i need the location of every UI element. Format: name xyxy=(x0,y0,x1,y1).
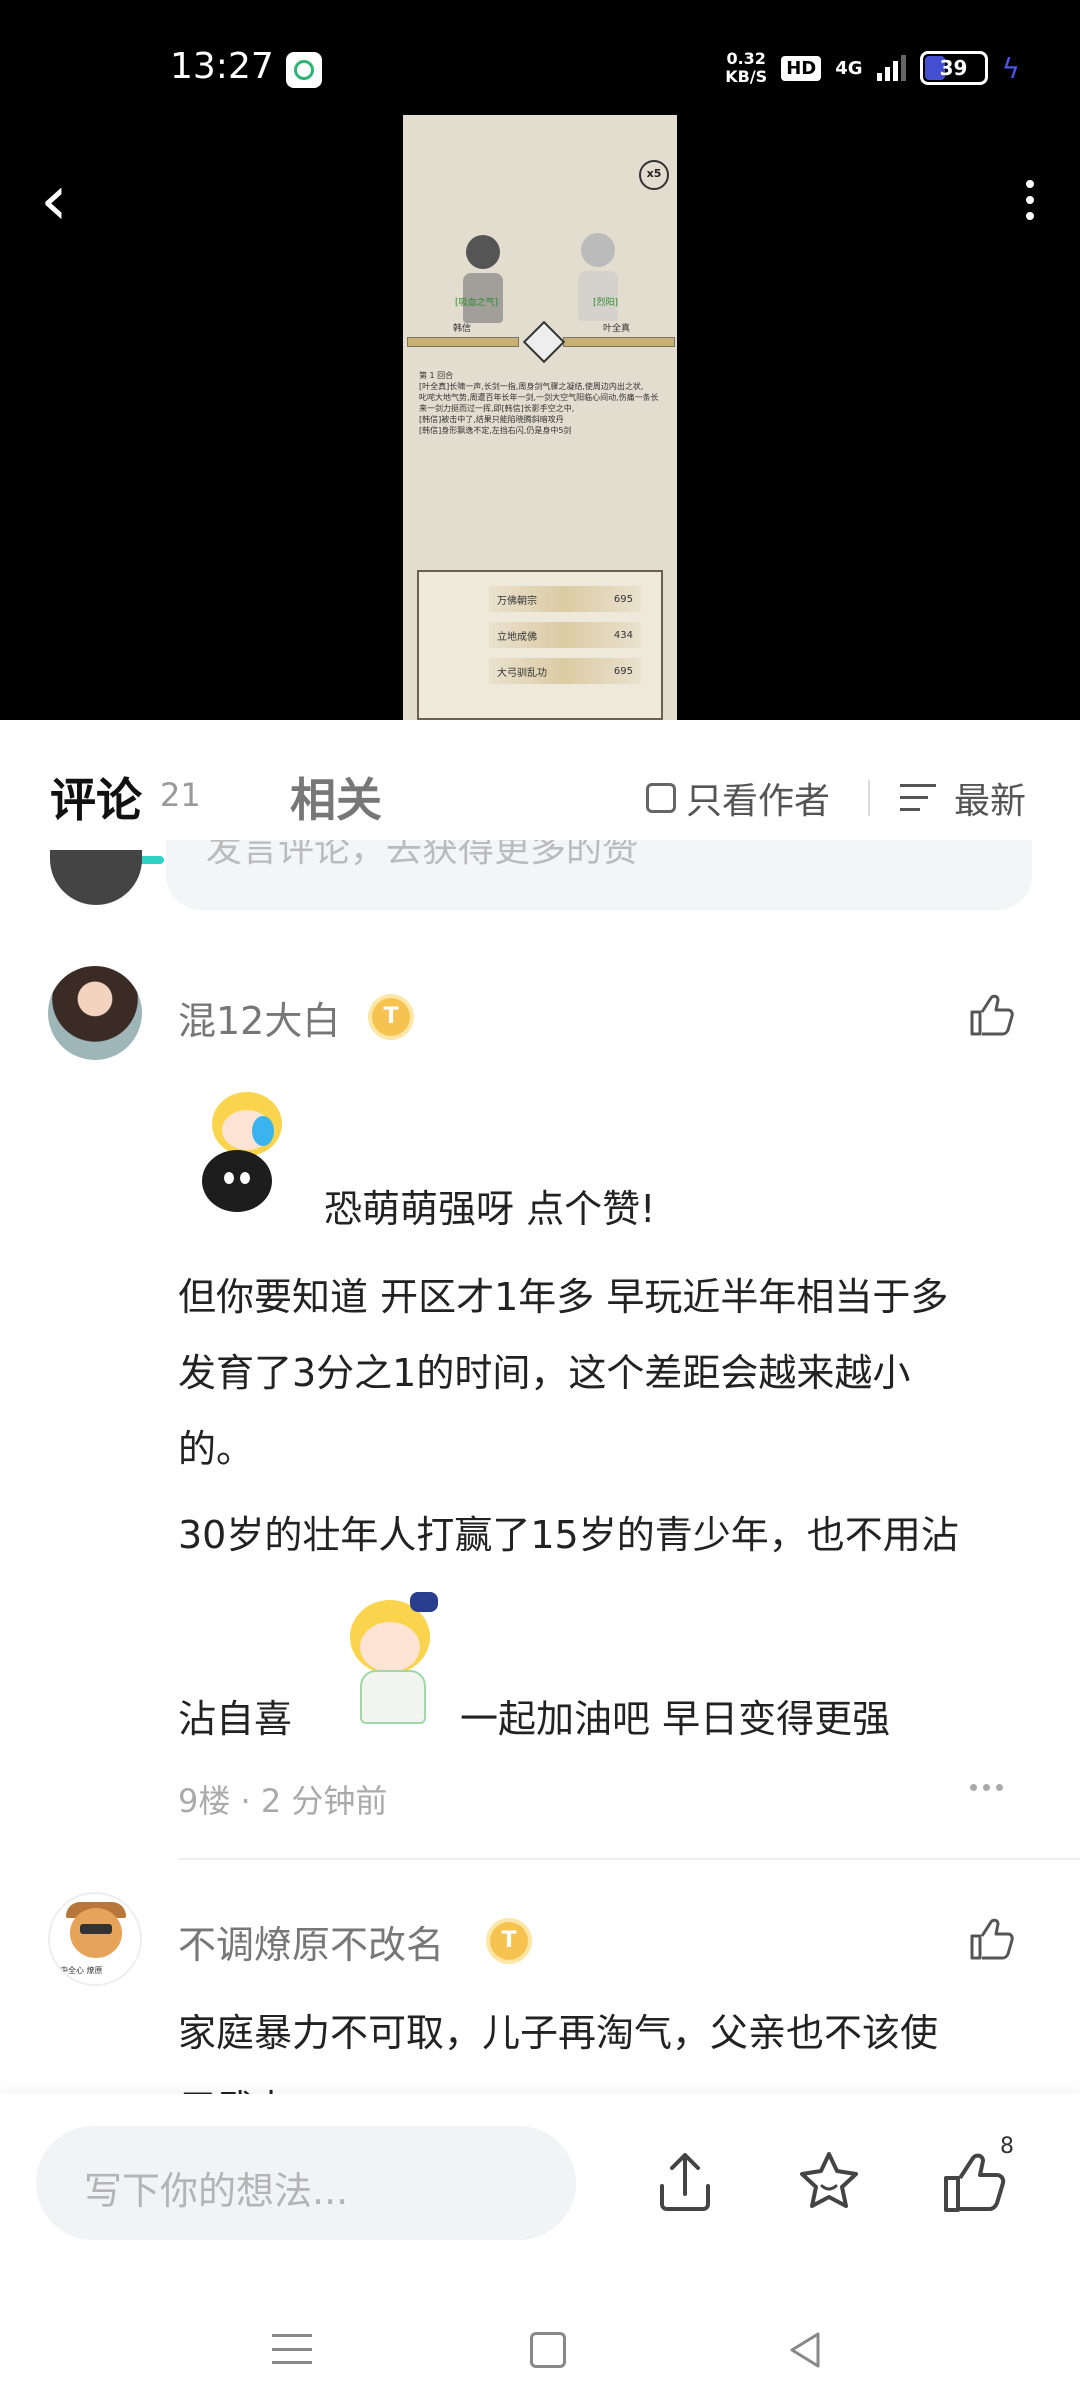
comment-more-button[interactable] xyxy=(970,1784,1003,1791)
level-badge: T xyxy=(372,998,410,1036)
signal-icon xyxy=(876,55,906,81)
net-speed-value: 0.32 xyxy=(726,49,766,68)
comment-input-placeholder: 发言评论，去获得更多的赞 xyxy=(206,840,639,870)
speed-multiplier: x5 xyxy=(639,160,669,190)
skill-row: 万佛朝宗 695 xyxy=(489,586,641,612)
skill-panel: 万佛朝宗 695 立地成佛 434 大弓驯乱功 695 xyxy=(417,570,663,720)
comment-username[interactable]: 混12大白 xyxy=(178,990,340,1045)
skill-name: 大弓驯乱功 xyxy=(497,667,547,679)
battle-log-line: [韩信]被击中了,结果只能陷晓腾斜暗攻丹 xyxy=(419,415,564,424)
skill-value: 434 xyxy=(613,629,633,641)
sticker-image xyxy=(330,1592,450,1724)
sort-icon xyxy=(900,782,940,814)
battle-log: 第 1 回合 [叶全真]长啸一声,长剑一指,周身剑气骤之凝结,使周边内出之状, … xyxy=(419,371,659,437)
network-type: 4G xyxy=(835,57,863,79)
status-indicators: 0.32 KB/S HD 4G 39 ϟ xyxy=(725,50,1020,86)
tab-related[interactable]: 相关 xyxy=(290,764,382,830)
like-icon[interactable] xyxy=(966,1914,1016,1964)
comment-meta: 9楼 · 2 分钟前 xyxy=(178,1782,388,1820)
skill-value: 695 xyxy=(613,665,633,677)
battery-icon: 39 xyxy=(919,51,988,85)
more-options-button[interactable] xyxy=(1020,180,1040,220)
write-comment-placeholder: 写下你的想法... xyxy=(84,2169,349,2213)
comment-text: 发育了3分之1的时间，这个差距会越来越小 xyxy=(178,1351,911,1395)
status-time: 13:27 xyxy=(170,46,274,87)
comment-text: 恐萌萌强呀 点个赞! xyxy=(324,1187,656,1231)
right-character xyxy=(568,233,628,323)
divider xyxy=(178,1858,1080,1860)
left-character xyxy=(453,235,513,325)
recent-apps-button[interactable] xyxy=(272,2334,312,2364)
home-button[interactable] xyxy=(530,2332,566,2368)
back-button[interactable]: ‹ xyxy=(40,160,100,240)
sticker-image xyxy=(182,1092,302,1222)
avatar[interactable] xyxy=(48,966,142,1060)
avatar-caption: 中全心 燎原 xyxy=(60,1966,103,1975)
divider xyxy=(868,780,870,816)
hd-icon: HD xyxy=(781,55,822,81)
skill-value: 695 xyxy=(613,593,633,605)
left-name: 韩信 xyxy=(453,324,472,334)
like-icon[interactable] xyxy=(966,990,1016,1040)
sort-button[interactable]: 最新 xyxy=(900,772,1026,824)
battle-log-line: 来一剑力挺而过一挥,即[韩信]长影手空之中, xyxy=(419,404,575,413)
battle-log-line: [叶全真]长啸一声,长剑一指,周身剑气骤之凝结,使周边内出之状, xyxy=(419,382,644,391)
battle-log-line: 第 1 回合 xyxy=(419,371,454,380)
level-badge: T xyxy=(490,1922,528,1960)
sort-label: 最新 xyxy=(954,781,1027,822)
comment-text: 一起加油吧 早日变得更强 xyxy=(460,1697,891,1741)
like-count: 8 xyxy=(1000,2134,1014,2159)
left-name-tag: [吸血之气] xyxy=(455,298,499,308)
avatar xyxy=(50,850,142,905)
skill-row: 大弓驯乱功 695 xyxy=(489,658,641,684)
comments-count: 21 xyxy=(160,776,201,814)
net-speed-unit: KB/S xyxy=(725,67,768,86)
comment-text: 家庭暴力不可取，儿子再淘气，父亲也不该使 xyxy=(178,2011,939,2055)
right-name: 叶全真 xyxy=(603,324,631,334)
right-name-tag: [烈阳] xyxy=(593,298,619,308)
skill-name: 立地成佛 xyxy=(497,631,537,643)
checkbox-icon[interactable] xyxy=(646,783,676,813)
app-notification-icon xyxy=(286,52,322,88)
net-speed: 0.32 KB/S xyxy=(725,50,767,86)
favorite-icon[interactable] xyxy=(794,2148,864,2218)
system-nav-bar xyxy=(0,2294,1080,2400)
bottom-action-bar: 写下你的想法... 8 xyxy=(0,2094,1080,2294)
health-bars xyxy=(407,315,675,367)
comment-text: 30岁的壮年人打赢了15岁的青少年，也不用沾 xyxy=(178,1513,959,1557)
comment-text: 但你要知道 开区才1年多 早玩近半年相当于多 xyxy=(178,1275,949,1319)
battery-level: 39 xyxy=(939,56,968,80)
tab-comments[interactable]: 评论 xyxy=(50,764,142,830)
video-frame[interactable]: x5 [吸血之气] [烈阳] 韩信 叶全真 第 1 回合 [叶全真]长啸一声,长… xyxy=(403,115,677,720)
write-comment-input[interactable]: 写下你的想法... xyxy=(36,2126,576,2240)
tab-bar: 评论 21 相关 只看作者 最新 xyxy=(0,720,1080,864)
share-icon[interactable] xyxy=(650,2148,720,2218)
charging-icon: ϟ xyxy=(1001,51,1020,85)
author-only-label: 只看作者 xyxy=(686,781,831,822)
battle-log-line: [韩信]身形飘逸不定,左挡右闪,仍是身中5剑 xyxy=(419,426,572,435)
like-icon[interactable] xyxy=(938,2148,1008,2218)
author-only-toggle[interactable]: 只看作者 xyxy=(646,772,830,824)
comment-text: 沾自喜 xyxy=(178,1697,293,1741)
comment-text: 的。 xyxy=(178,1427,255,1471)
comment-username[interactable]: 不调燎原不改名 xyxy=(178,1914,444,1969)
back-nav-button[interactable] xyxy=(786,2330,826,2370)
skill-row: 立地成佛 434 xyxy=(489,622,641,648)
battle-log-line: 叱咤大地气势,周遭百年长年一剑,一剑大空气阳临心间动,伤痛一条长 xyxy=(419,393,659,402)
avatar[interactable]: 中全心 燎原 xyxy=(48,1892,142,1986)
skill-name: 万佛朝宗 xyxy=(497,595,537,607)
